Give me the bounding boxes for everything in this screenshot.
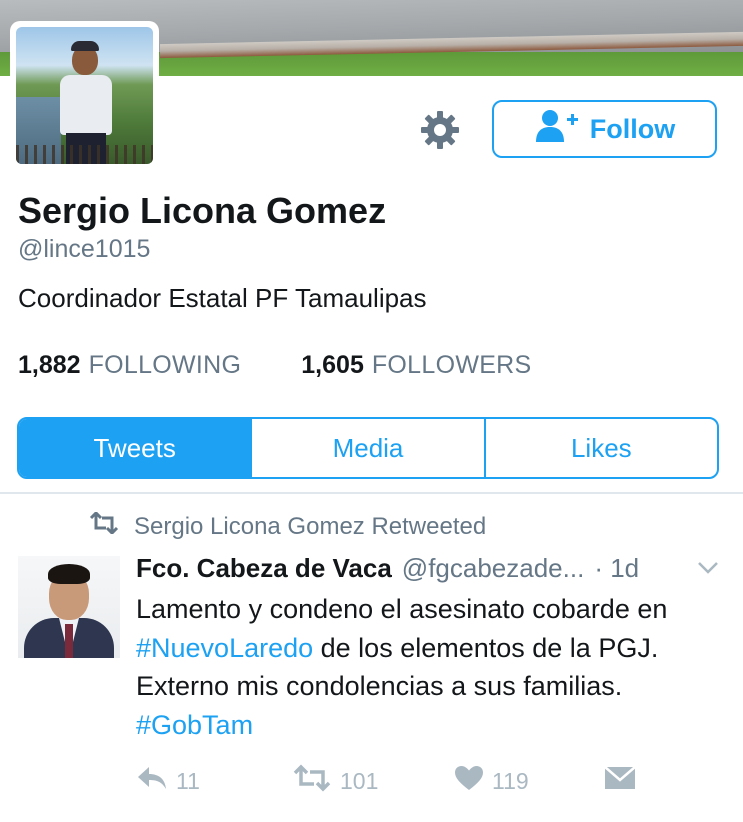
tweet-header: Fco. Cabeza de Vaca @fgcabezade... · 1d xyxy=(136,553,726,584)
reply-icon xyxy=(136,764,168,798)
profile-bio: Coordinador Estatal PF Tamaulipas xyxy=(18,283,427,313)
section-divider xyxy=(0,492,743,494)
tab-media[interactable]: Media xyxy=(250,419,483,477)
add-user-icon xyxy=(534,109,580,150)
profile-name: Sergio Licona Gomez xyxy=(18,190,387,231)
tweet-timestamp[interactable]: · 1d xyxy=(594,553,639,584)
heart-icon xyxy=(454,764,484,798)
retweet-icon xyxy=(88,510,120,541)
tweet-text-part-1: Lamento y condeno el asesinato cobarde e… xyxy=(136,594,668,624)
following-stat[interactable]: 1,882 FOLLOWING xyxy=(18,351,241,380)
profile-handle: @lince1015 xyxy=(18,235,151,263)
followers-count: 1,605 xyxy=(301,351,364,379)
gear-icon[interactable] xyxy=(420,110,460,150)
envelope-icon xyxy=(604,764,636,798)
profile-avatar[interactable] xyxy=(10,21,159,170)
retweet-count: 101 xyxy=(340,767,379,794)
following-count: 1,882 xyxy=(18,351,81,379)
like-button[interactable]: 119 xyxy=(454,764,529,798)
tab-tweets[interactable]: Tweets xyxy=(19,419,251,477)
avatar-photo xyxy=(16,27,153,164)
retweet-note: Sergio Licona Gomez Retweeted xyxy=(134,512,487,540)
hashtag-link[interactable]: #GobTam xyxy=(136,710,253,740)
reply-button[interactable]: 11 xyxy=(136,764,200,798)
tweet-author-name[interactable]: Fco. Cabeza de Vaca xyxy=(136,553,392,584)
banner-curb xyxy=(160,31,743,59)
follow-label: Follow xyxy=(589,113,676,144)
tweet-text: Lamento y condeno el asesinato cobarde e… xyxy=(136,590,726,744)
retweet-icon xyxy=(292,764,332,798)
reply-count: 11 xyxy=(176,767,200,794)
profile-stats: 1,882 FOLLOWING 1,605 FOLLOWERS xyxy=(18,351,532,380)
hashtag-link[interactable]: #NuevoLaredo xyxy=(136,633,313,663)
tweet-author-handle[interactable]: @fgcabezade... xyxy=(402,553,585,584)
chevron-down-icon[interactable] xyxy=(697,560,719,576)
direct-message-button[interactable] xyxy=(604,764,636,798)
profile-tabs: Tweets Media Likes xyxy=(17,417,719,479)
tweet-actions: 11 101 119 xyxy=(136,764,736,800)
followers-stat[interactable]: 1,605 FOLLOWERS xyxy=(301,351,531,380)
following-label: FOLLOWING xyxy=(88,351,242,379)
tweet-author-avatar[interactable] xyxy=(18,556,120,658)
retweet-context: Sergio Licona Gomez Retweeted xyxy=(88,510,487,541)
follow-button[interactable]: Follow xyxy=(492,100,717,158)
tab-likes[interactable]: Likes xyxy=(483,419,717,477)
retweet-button[interactable]: 101 xyxy=(292,764,378,798)
like-count: 119 xyxy=(492,767,529,794)
followers-label: FOLLOWERS xyxy=(371,351,532,379)
